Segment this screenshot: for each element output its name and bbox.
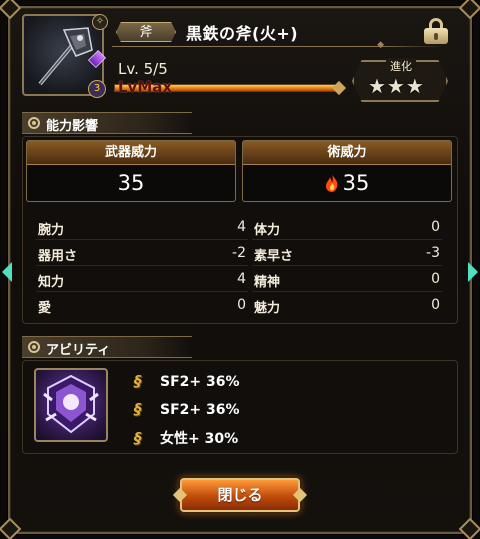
next-arrow-icon[interactable] [468,262,478,282]
stat-label: 体力 [254,223,281,238]
swirl-icon: § [134,372,142,390]
weapon-name: 黒鉄の斧(火+) [186,24,299,43]
evolution-stars: ★★★ [368,74,425,98]
weapon-type-tag: 斧 [116,22,176,42]
ability-emblem-icon[interactable] [34,368,108,442]
stat-value: -3 [426,245,440,261]
weapon-power-label: 武器威力 [27,141,235,165]
evolution-label: 進化 [386,58,416,74]
stat-label: 知力 [38,275,65,290]
stat-row: 体力 0 [252,216,442,240]
stat-row: 知力 4 [36,268,248,292]
level-bar-label: LvMax [118,78,173,96]
weapon-power-value: 35 [117,171,145,195]
ability-item: § SF2+ 36% [134,400,240,418]
stat-label: 素早さ [254,249,294,264]
close-button[interactable]: 閉じる [180,478,300,512]
magic-power-label: 術威力 [243,141,451,165]
stat-value: 0 [237,297,246,313]
target-icon [28,341,40,353]
section-header-ability-influence: 能力影響 [22,112,192,134]
stat-label: 器用さ [38,249,78,264]
stat-row: 器用さ -2 [36,242,248,266]
stat-value: 0 [431,297,440,313]
lock-icon[interactable] [424,18,448,44]
stat-row: 素早さ -3 [252,242,442,266]
level-text: Lv. 5/5 [118,60,168,78]
stat-label: 精神 [254,275,281,290]
stat-label: 腕力 [38,223,65,238]
divider [112,40,444,50]
stat-row: 魅力 0 [252,294,442,318]
ability-item: § SF2+ 36% [134,372,240,390]
stat-row: 愛 0 [36,294,248,318]
stat-value: 0 [431,219,440,235]
stat-row: 腕力 4 [36,216,248,240]
rank-badge: 3 [88,80,106,98]
magic-power-value: 35 [342,171,370,195]
target-icon [28,117,40,129]
stat-label: 愛 [38,301,52,316]
fire-icon [325,174,338,192]
swirl-icon: § [134,400,142,418]
axe-icon [38,27,93,86]
section-header-abilities: アビリティ [22,336,192,358]
weapon-power-box: 武器威力 35 [26,140,236,202]
stat-label: 魅力 [254,301,281,316]
corner-emblem-icon: ✧ [92,14,108,30]
prev-arrow-icon[interactable] [2,262,12,282]
stat-value: -2 [232,245,246,261]
stat-row: 精神 0 [252,268,442,292]
swirl-icon: § [134,429,142,447]
stat-value: 4 [237,271,246,287]
stat-value: 4 [237,219,246,235]
stat-value: 0 [431,271,440,287]
magic-power-box: 術威力 35 [242,140,452,202]
ability-item: § 女性+ 30% [134,429,239,447]
